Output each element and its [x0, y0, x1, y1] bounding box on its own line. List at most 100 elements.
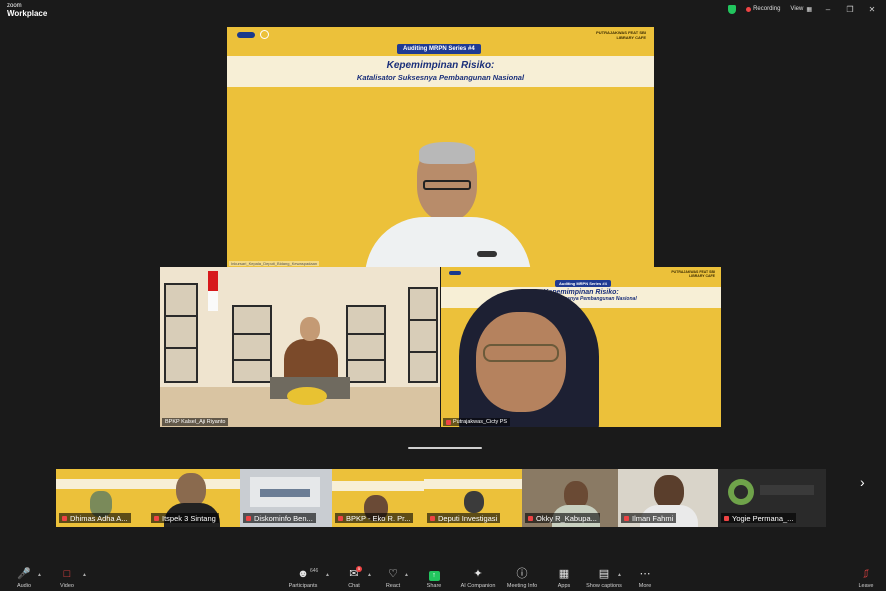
camera-off-icon: □: [63, 568, 71, 580]
minimize-icon[interactable]: –: [822, 5, 834, 14]
apps-button[interactable]: ▦ Apps: [544, 568, 584, 589]
apps-icon: ▦: [558, 568, 570, 580]
share-screen-icon: ↑: [428, 568, 440, 581]
video-label: Video: [60, 583, 74, 589]
filmstrip-name: Ilman Fahmi: [632, 513, 674, 523]
audio-options-chevron-icon[interactable]: ▲: [37, 572, 42, 578]
filmstrip-tile[interactable]: Yogie Permana_...: [718, 469, 826, 527]
video-options-chevron-icon[interactable]: ▲: [82, 572, 87, 578]
chat-unread-badge: 5: [356, 566, 362, 572]
slide-title: Kepemimpinan Risiko:: [386, 60, 495, 71]
participants-label: Participants: [288, 583, 318, 589]
audio-label: Audio: [16, 583, 32, 589]
filmstrip-name: BPKP - Eko R. Pr...: [346, 513, 411, 523]
filmstrip-name: Itspek 3 Sintang: [162, 513, 216, 523]
close-icon[interactable]: ✕: [866, 5, 878, 14]
mic-muted-icon: [724, 515, 729, 521]
recording-indicator[interactable]: Recording: [746, 6, 780, 12]
mini-org-line2: LIBRARY CAFE: [689, 274, 715, 278]
meeting-info-button[interactable]: ⓘ Meeting Info: [502, 568, 542, 589]
grid-icon: ▦: [806, 6, 812, 13]
filmstrip-tile[interactable]: Itspek 3 Sintang: [148, 469, 240, 527]
sparkle-icon: ✦: [473, 568, 483, 580]
leave-button[interactable]: ⎎ Leave: [846, 568, 886, 589]
view-label: View: [790, 6, 804, 12]
slide-subtitle: Katalisator Suksesnya Pembangunan Nasion…: [356, 73, 525, 82]
mini-series-badge: Auditing MRPN Series #4: [555, 280, 611, 287]
participants-count: 646: [310, 568, 319, 574]
filmstrip-name-label: Diskominfo Ben...: [243, 513, 316, 523]
participant-name-label: Putrajakwas_Cicty PS: [443, 418, 511, 426]
participant-tile-woman[interactable]: PUTRAJAKWAS FEAT SBI LIBRARY CAFE Auditi…: [441, 267, 721, 427]
filmstrip-tile[interactable]: Okky R_Kabupa...: [522, 469, 618, 527]
mini-slide-subtitle: Katalisator Suksesnya Pembangunan Nasion…: [525, 296, 637, 302]
captions-icon: ▤: [598, 568, 610, 580]
mini-slide-logo: [449, 271, 461, 275]
ai-companion-label: AI Companion: [460, 583, 496, 589]
slide-org-line2: LIBRARY CAFE: [616, 35, 646, 40]
leave-icon: ⎎: [863, 568, 869, 580]
filmstrip-name-label: Itspek 3 Sintang: [151, 513, 219, 523]
filmstrip-name-label: Yogie Permana_...: [721, 513, 797, 523]
slide-title-band: Kepemimpinan Risiko: Katalisator Suksesn…: [227, 56, 654, 87]
bookshelf-right: [408, 287, 438, 383]
leave-label: Leave: [858, 583, 874, 589]
mic-muted-icon: [446, 419, 451, 425]
participants-options-chevron-icon[interactable]: ▲: [325, 572, 330, 578]
filmstrip-tile[interactable]: Diskominfo Ben...: [240, 469, 332, 527]
mic-muted-icon: [338, 515, 343, 521]
share-button[interactable]: ↑ Share: [414, 568, 454, 589]
filmstrip-name: Okky R_Kabupa...: [536, 513, 597, 523]
filmstrip-tile[interactable]: Ilman Fahmi: [618, 469, 718, 527]
participant-name-label: BPKP Kalsel_Aji Riyanto: [162, 418, 229, 426]
filmstrip-name-label: BPKP - Eko R. Pr...: [335, 513, 414, 523]
filmstrip-tile[interactable]: Deputi Investigasi: [424, 469, 522, 527]
filmstrip-tile[interactable]: BPKP - Eko R. Pr...: [332, 469, 424, 527]
meeting-info-label: Meeting Info: [506, 583, 538, 589]
more-label: More: [638, 583, 652, 589]
filmstrip-name: Yogie Permana_...: [732, 513, 794, 523]
mic-muted-icon: [528, 515, 533, 521]
filmstrip-tile[interactable]: Dhimas Adha A...: [56, 469, 148, 527]
participant-face: [476, 312, 566, 412]
video-button[interactable]: □ Video: [47, 568, 87, 589]
participant-tile-office[interactable]: BPKP Kalsel_Aji Riyanto: [160, 267, 440, 427]
captions-options-chevron-icon[interactable]: ▲: [617, 572, 622, 578]
active-speaker-video[interactable]: PUTRAJAKWAS FEAT SBI LIBRARY CAFE Auditi…: [227, 27, 654, 267]
ai-companion-button[interactable]: ✦ AI Companion: [458, 568, 498, 589]
filmstrip-name-label: Dhimas Adha A...: [59, 513, 131, 523]
slide-organizer: PUTRAJAKWAS FEAT SBI LIBRARY CAFE: [566, 30, 646, 40]
filmstrip-name-label: Okky R_Kabupa...: [525, 513, 600, 523]
more-icon: ⋯: [639, 568, 651, 580]
participant-name: Putrajakwas_Cicty PS: [453, 419, 508, 425]
view-button[interactable]: View ▦: [790, 6, 812, 13]
bookshelf-center-right: [346, 305, 386, 383]
filmstrip-name: Dhimas Adha A...: [70, 513, 128, 523]
participant-head: [300, 317, 320, 341]
bookshelf-left: [164, 283, 198, 383]
speaker-microphone: [477, 251, 497, 257]
filmstrip-next-icon[interactable]: ›: [860, 474, 865, 490]
show-captions-label: Show captions: [586, 583, 622, 589]
mic-muted-icon: [430, 515, 435, 521]
flower-arrangement: [287, 387, 327, 405]
chat-options-chevron-icon[interactable]: ▲: [367, 572, 372, 578]
mic-muted-icon: [62, 515, 67, 521]
slide-secondary-logo: [260, 30, 269, 39]
info-icon: ⓘ: [516, 568, 528, 580]
react-options-chevron-icon[interactable]: ▲: [404, 572, 409, 578]
filmstrip-name: Deputi Investigasi: [438, 513, 498, 523]
active-speaker-name: Inkursari_Kepala_Deputi_Bidang_Kewaspada…: [229, 261, 320, 266]
react-label: React: [385, 583, 401, 589]
participant-name: BPKP Kalsel_Aji Riyanto: [165, 419, 226, 425]
slide-series-badge: Auditing MRPN Series #4: [397, 44, 481, 54]
encryption-shield-icon[interactable]: [728, 4, 737, 14]
meeting-toolbar: 🎤 Audio ▲ □ Video ▲ ☻ Participants 646 ▲…: [0, 557, 886, 591]
more-button[interactable]: ⋯ More: [625, 568, 665, 589]
indonesian-flag: [208, 271, 218, 311]
restore-icon[interactable]: ❐: [844, 5, 856, 14]
filmstrip-name: Diskominfo Ben...: [254, 513, 313, 523]
participant-glasses: [483, 344, 559, 362]
resize-handle[interactable]: [408, 447, 482, 449]
title-bar-controls: Recording View ▦ – ❐ ✕: [728, 3, 878, 15]
